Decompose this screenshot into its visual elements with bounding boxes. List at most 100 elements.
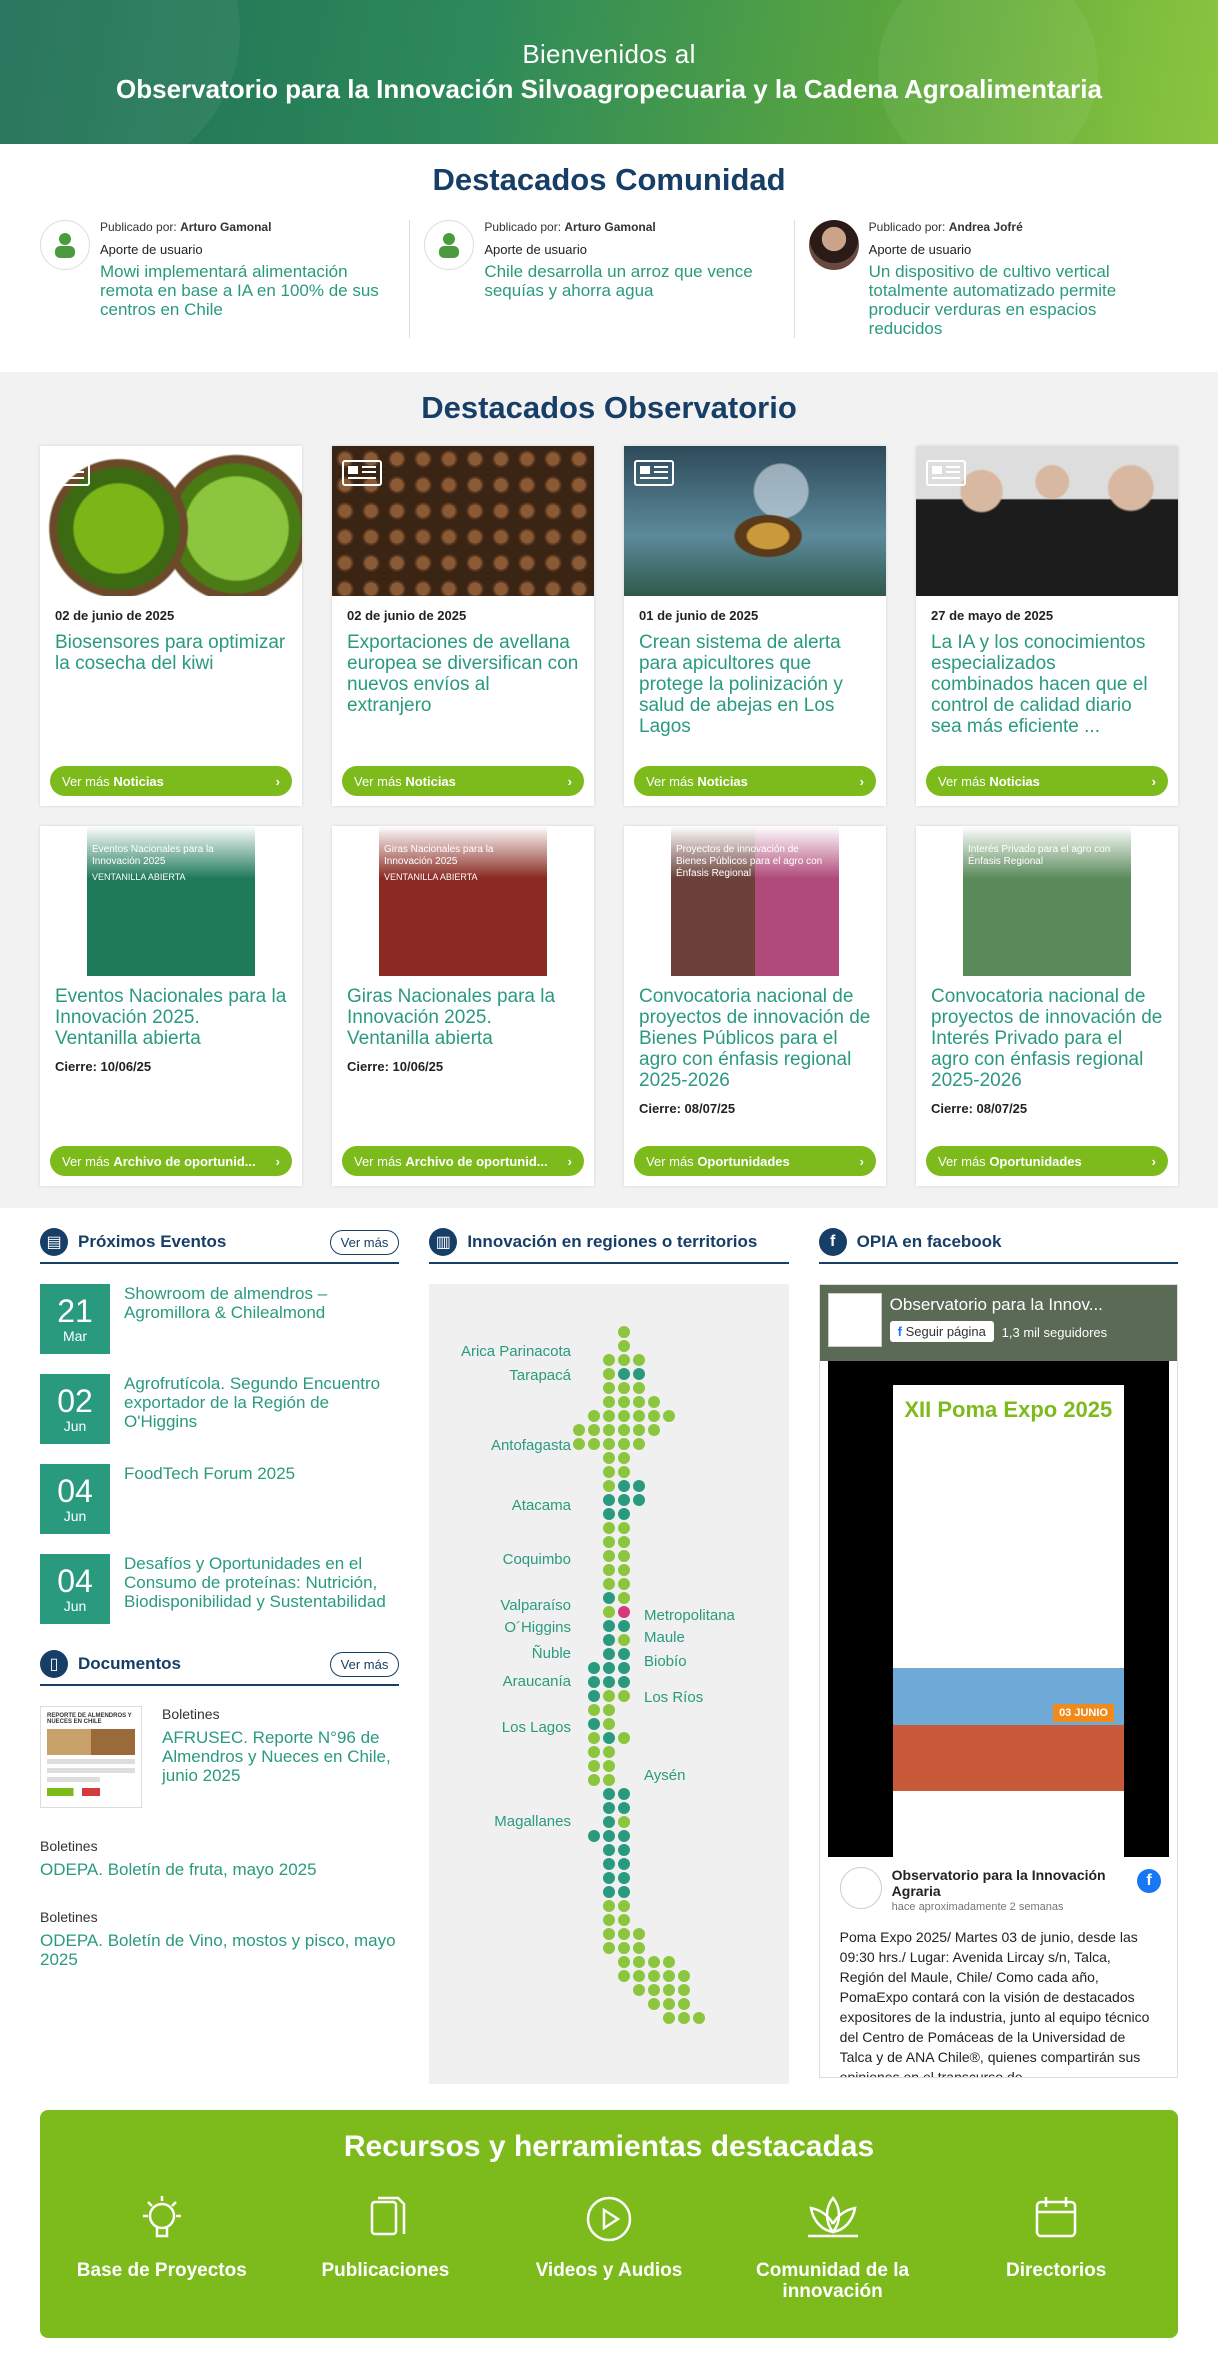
event-title[interactable]: Showroom de almendros – Agromillora & Ch… [124,1284,399,1354]
region-label[interactable]: Arica Parinacota [461,1343,572,1360]
region-dot[interactable] [618,1928,631,1940]
event-item[interactable]: 04 Jun Desafíos y Oportunidades en el Con… [40,1554,399,1624]
document-item[interactable]: Boletines ODEPA. Boletín de Vino, mostos… [40,1909,399,1969]
region-dot[interactable] [603,1872,616,1884]
region-dot[interactable] [573,1424,586,1436]
post-image[interactable]: XII Poma Expo 2025 03 JUNIO [827,1361,1169,1857]
region-dot[interactable] [648,1424,661,1436]
document-item[interactable]: Boletines ODEPA. Boletín de fruta, mayo … [40,1838,399,1879]
region-dot[interactable] [618,1536,631,1548]
region-dot[interactable] [603,1704,616,1716]
see-more-opportunities-button[interactable]: Ver más Oportunidades › [634,1146,876,1176]
region-label[interactable]: Atacama [512,1497,572,1514]
opportunity-card[interactable]: Proyectos de innovación de Bienes Públic… [624,826,886,1186]
region-dot[interactable] [618,1396,631,1408]
region-dot[interactable] [603,1452,616,1464]
region-dot[interactable] [618,1676,631,1688]
region-dot[interactable] [633,1928,646,1940]
region-dot[interactable] [603,1382,616,1394]
region-dot[interactable] [618,1368,631,1380]
region-dot[interactable] [603,1760,616,1772]
opportunity-card[interactable]: Interés Privado para el agro con Énfasis… [916,826,1178,1186]
region-dot[interactable] [618,1438,631,1450]
community-item[interactable]: Publicado por: Andrea Jofré Aporte de us… [793,220,1178,338]
region-label[interactable]: Maule [644,1629,685,1646]
region-dot[interactable] [603,1732,616,1744]
region-dot[interactable] [663,1998,676,2010]
news-card[interactable]: 02 de junio de 2025 Biosensores para opt… [40,446,302,806]
opportunity-title[interactable]: Convocatoria nacional de proyectos de in… [931,986,1163,1091]
region-dot[interactable] [603,1774,616,1786]
region-label[interactable]: Antofagasta [491,1437,572,1454]
region-dot[interactable] [603,1830,616,1842]
region-dot[interactable] [618,1340,631,1352]
region-dot[interactable] [648,1970,661,1982]
region-dot[interactable] [633,1494,646,1506]
resource-projects[interactable]: Base de Proyectos [62,2192,262,2302]
region-dot[interactable] [618,1830,631,1842]
region-label[interactable]: Ñuble [532,1645,571,1662]
region-dot[interactable] [618,1886,631,1898]
see-more-opportunities-button[interactable]: Ver más Archivo de oportunid... › [342,1146,584,1176]
event-item[interactable]: 04 Jun FoodTech Forum 2025 [40,1464,399,1534]
region-dot[interactable] [603,1900,616,1912]
region-dot[interactable] [588,1424,601,1436]
events-see-more-button[interactable]: Ver más [329,1229,400,1255]
region-dot[interactable] [603,1396,616,1408]
region-dot[interactable] [603,1466,616,1478]
news-title[interactable]: Biosensores para optimizar la cosecha de… [55,632,287,740]
news-title[interactable]: La IA y los conocimientos especializados… [931,632,1163,740]
region-dot[interactable] [603,1536,616,1548]
region-dot[interactable] [648,1410,661,1422]
region-label[interactable]: Los Lagos [502,1719,571,1736]
region-dot[interactable] [588,1732,601,1744]
resource-publications[interactable]: Publicaciones [285,2192,485,2302]
region-label[interactable]: Los Ríos [644,1689,703,1706]
region-dot[interactable] [603,1914,616,1926]
opportunity-title[interactable]: Eventos Nacionales para la Innovación 20… [55,986,287,1049]
region-dot[interactable] [633,1438,646,1450]
region-dot[interactable] [648,1998,661,2010]
region-dot[interactable] [603,1886,616,1898]
region-dot[interactable] [618,1802,631,1814]
region-dot[interactable] [633,1984,646,1996]
follow-page-button[interactable]: f Seguir página [889,1321,994,1342]
region-dot[interactable] [618,1354,631,1366]
region-dot[interactable] [603,1494,616,1506]
news-title[interactable]: Crean sistema de alerta para apicultores… [639,632,871,740]
region-dot[interactable] [618,1788,631,1800]
region-dot[interactable] [663,2012,676,2024]
region-dot[interactable] [618,1382,631,1394]
region-dot[interactable] [603,1550,616,1562]
document-title[interactable]: ODEPA. Boletín de Vino, mostos y pisco, … [40,1931,399,1969]
resource-community[interactable]: Comunidad de la innovación [733,2192,933,2302]
region-label[interactable]: Coquimbo [503,1551,571,1568]
region-dot[interactable] [588,1690,601,1702]
region-dot[interactable] [603,1578,616,1590]
opportunity-card[interactable]: Giras Nacionales para la Innovación 2025… [332,826,594,1186]
region-dot[interactable] [603,1368,616,1380]
document-title[interactable]: AFRUSEC. Reporte N°96 de Almendros y Nue… [162,1728,399,1785]
region-dot[interactable] [678,2012,691,2024]
region-dot[interactable] [648,1396,661,1408]
region-dot[interactable] [618,1732,631,1744]
region-dot[interactable] [588,1830,601,1842]
event-title[interactable]: Agrofrutícola. Segundo Encuentro exporta… [124,1374,399,1444]
region-dot[interactable] [603,1690,616,1702]
region-dot[interactable] [603,1354,616,1366]
region-dot[interactable] [678,1984,691,1996]
region-dot[interactable] [588,1760,601,1772]
region-dot[interactable] [603,1788,616,1800]
region-dot[interactable] [603,1802,616,1814]
document-title[interactable]: ODEPA. Boletín de fruta, mayo 2025 [40,1860,399,1879]
event-title[interactable]: FoodTech Forum 2025 [124,1464,295,1534]
region-label[interactable]: Tarapacá [510,1367,572,1384]
region-dot[interactable] [618,1816,631,1828]
region-dot[interactable] [603,1606,616,1618]
region-dot[interactable] [588,1746,601,1758]
region-dot[interactable] [618,1578,631,1590]
region-dot[interactable] [603,1620,616,1632]
region-dot[interactable] [663,1984,676,1996]
see-more-news-button[interactable]: Ver más Noticias › [342,766,584,796]
documents-see-more-button[interactable]: Ver más [329,1651,400,1677]
